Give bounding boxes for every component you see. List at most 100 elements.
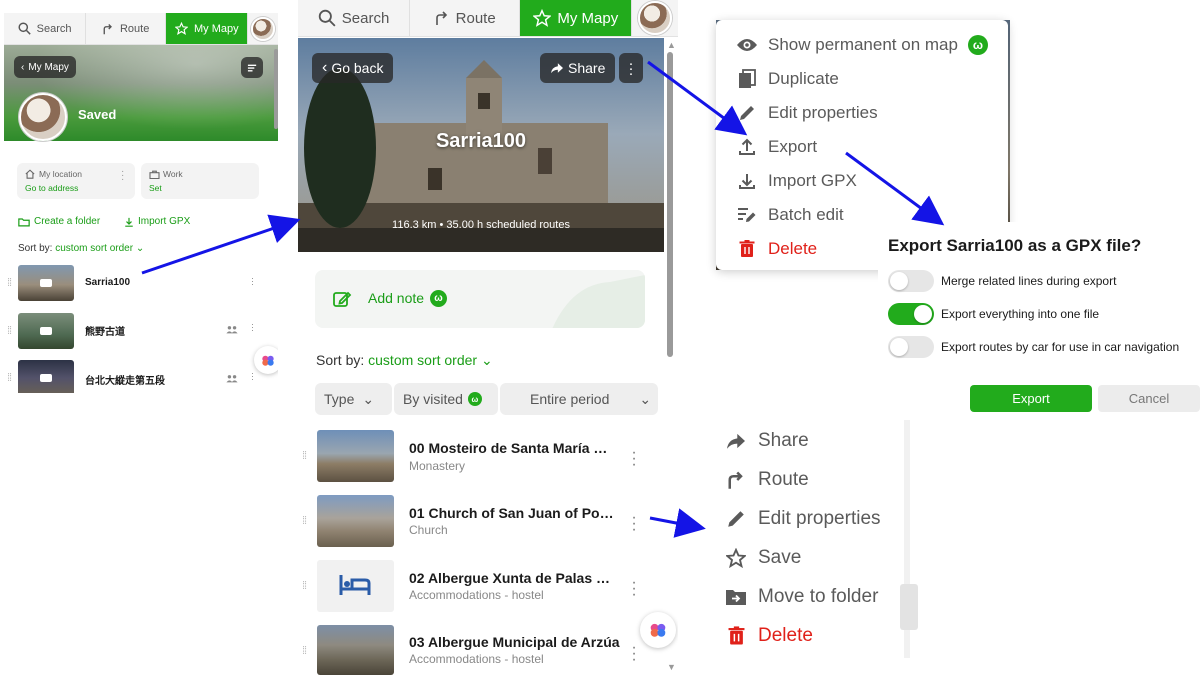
filter-menu-button[interactable] — [241, 57, 263, 78]
location-card-home[interactable]: My location Go to address · · · — [17, 163, 135, 199]
profile-button[interactable] — [632, 0, 678, 36]
menu-item-edit-properties[interactable]: Edit properties — [724, 508, 881, 530]
filter-period[interactable]: Entire period ⌄ — [500, 383, 658, 415]
drag-handle-icon[interactable]: ⁞⁞ — [302, 515, 307, 527]
drag-handle-icon[interactable]: ⁞⁞ — [7, 325, 12, 337]
route-menu-button[interactable]: · · · — [619, 53, 643, 83]
tab-search[interactable]: Search — [4, 13, 87, 44]
share-button[interactable]: Share — [540, 53, 616, 83]
toggle-car-navigation[interactable] — [888, 336, 934, 358]
scroll-up-icon[interactable]: ▲ — [667, 40, 676, 50]
menu-item-label: Export — [768, 137, 818, 156]
menu-item-label: Share — [758, 430, 809, 451]
toggle-one-file[interactable] — [888, 303, 934, 325]
tab-bar: Search Route My Mapy — [4, 13, 278, 45]
duplicate-icon — [739, 69, 756, 88]
go-back-button[interactable]: ‹ Go back — [312, 53, 394, 83]
kebab-icon[interactable]: · · · — [630, 445, 638, 473]
item-title: 台北大縱走第五段 — [85, 376, 165, 387]
tab-my-mapy[interactable]: My Mapy — [520, 0, 633, 36]
chevron-left-icon: ‹ — [21, 61, 25, 73]
kebab-icon[interactable]: · · · — [630, 640, 638, 668]
list-item[interactable]: ⁞⁞ 01 Church of San Juan of Por... Churc… — [298, 493, 664, 549]
list-item[interactable]: ⁞⁞ 台北大縱走第五段 · · · — [4, 358, 278, 393]
menu-item-save[interactable]: Save — [724, 547, 801, 569]
chevron-down-icon: ⌄ — [135, 243, 145, 254]
tab-route[interactable]: Route — [86, 13, 167, 44]
menu-item-import-gpx[interactable]: Import GPX — [736, 170, 857, 192]
item-subtitle: Church — [409, 523, 448, 537]
kebab-icon[interactable]: · · · — [121, 167, 124, 185]
avatar — [638, 1, 673, 35]
import-gpx-button[interactable]: Import GPX — [124, 216, 190, 227]
sort-control[interactable]: Sort by: custom sort order ⌄ — [316, 352, 493, 369]
location-card-work[interactable]: Work Set — [141, 163, 259, 199]
drag-handle-icon[interactable]: ⁞⁞ — [302, 645, 307, 657]
drag-handle-icon[interactable]: ⁞⁞ — [7, 372, 12, 384]
list-item[interactable]: ⁞⁞ Sarria100 · · · — [4, 263, 278, 303]
list-item[interactable]: ⁞⁞ 00 Mosteiro de Santa María M... Monas… — [298, 428, 664, 484]
location-action[interactable]: Go to address — [25, 183, 78, 193]
menu-item-label: Save — [758, 547, 802, 568]
tab-my-mapy[interactable]: My Mapy — [166, 13, 249, 44]
drag-handle-icon[interactable]: ⁞⁞ — [302, 580, 307, 592]
drag-handle-icon[interactable]: ⁞⁞ — [302, 450, 307, 462]
sort-value: custom sort order — [368, 352, 478, 368]
menu-item-label: Delete — [758, 625, 813, 646]
filter-visited[interactable]: By visited ω — [394, 383, 498, 415]
share-arrow-icon — [551, 63, 563, 74]
premium-badge-icon: ω — [467, 392, 482, 406]
list-item[interactable]: ⁞⁞ 02 Albergue Xunta de Palas d... Accom… — [298, 558, 664, 614]
location-action[interactable]: Set — [149, 183, 162, 193]
scroll-down-icon[interactable]: ▼ — [667, 662, 676, 672]
menu-item-delete[interactable]: Delete — [724, 625, 813, 647]
item-thumbnail — [317, 625, 394, 675]
kebab-icon[interactable]: · · · — [630, 510, 638, 538]
menu-item-edit-properties[interactable]: Edit properties — [736, 102, 878, 124]
menu-item-delete[interactable]: Delete — [736, 238, 817, 260]
scrollbar[interactable] — [667, 52, 673, 357]
tab-route[interactable]: Route — [410, 0, 521, 36]
scrollbar[interactable] — [274, 49, 278, 129]
menu-item-route[interactable]: Route — [724, 469, 809, 491]
briefcase-icon — [149, 170, 160, 179]
add-note-card[interactable]: Add note ω — [315, 270, 645, 328]
item-subtitle: Monastery — [409, 459, 466, 473]
kebab-icon[interactable]: · · · — [251, 274, 254, 289]
create-folder-label: Create a folder — [34, 216, 101, 227]
assistant-button[interactable] — [640, 612, 676, 648]
menu-item-label: Import GPX — [768, 171, 857, 190]
add-note-label: Add note — [368, 290, 425, 306]
list-item[interactable]: ⁞⁞ 03 Albergue Municipal de Arzúa Accomm… — [298, 623, 664, 675]
kebab-icon[interactable]: · · · — [251, 369, 254, 384]
sort-control[interactable]: Sort by: custom sort order ⌄ — [18, 243, 144, 254]
scrollbar[interactable] — [900, 584, 918, 630]
tab-bar: Search Route My Mapy — [298, 0, 678, 37]
tab-search[interactable]: Search — [298, 0, 411, 36]
profile-button[interactable] — [248, 13, 278, 44]
menu-item-label: Edit properties — [758, 508, 881, 529]
kebab-icon[interactable]: · · · — [630, 575, 638, 603]
item-title: 00 Mosteiro de Santa María M... — [409, 440, 614, 456]
route-icon — [728, 471, 743, 489]
export-button[interactable]: Export — [970, 385, 1092, 412]
list-item[interactable]: ⁞⁞ 熊野古道 · · · — [4, 311, 278, 351]
star-icon — [174, 22, 188, 35]
menu-item-share[interactable]: Share — [724, 430, 809, 452]
filter-type[interactable]: Type ⌄ — [315, 383, 392, 415]
assistant-button[interactable] — [254, 346, 278, 374]
menu-item-duplicate[interactable]: Duplicate — [736, 68, 839, 90]
menu-item-export[interactable]: Export — [736, 136, 817, 158]
back-button[interactable]: ‹ My Mapy — [14, 56, 76, 78]
search-icon — [318, 9, 336, 27]
menu-item-show-on-map[interactable]: Show permanent on map ω — [736, 34, 988, 56]
cancel-button[interactable]: Cancel — [1098, 385, 1200, 412]
menu-item-batch-edit[interactable]: Batch edit — [736, 204, 844, 226]
toggle-merge-lines[interactable] — [888, 270, 934, 292]
shared-users-icon — [226, 326, 238, 334]
create-folder-button[interactable]: Create a folder — [18, 216, 100, 227]
option-label: Export everything into one file — [941, 307, 1100, 321]
drag-handle-icon[interactable]: ⁞⁞ — [7, 277, 12, 289]
menu-item-move-to-folder[interactable]: Move to folder — [724, 586, 878, 608]
kebab-icon[interactable]: · · · — [251, 320, 254, 335]
